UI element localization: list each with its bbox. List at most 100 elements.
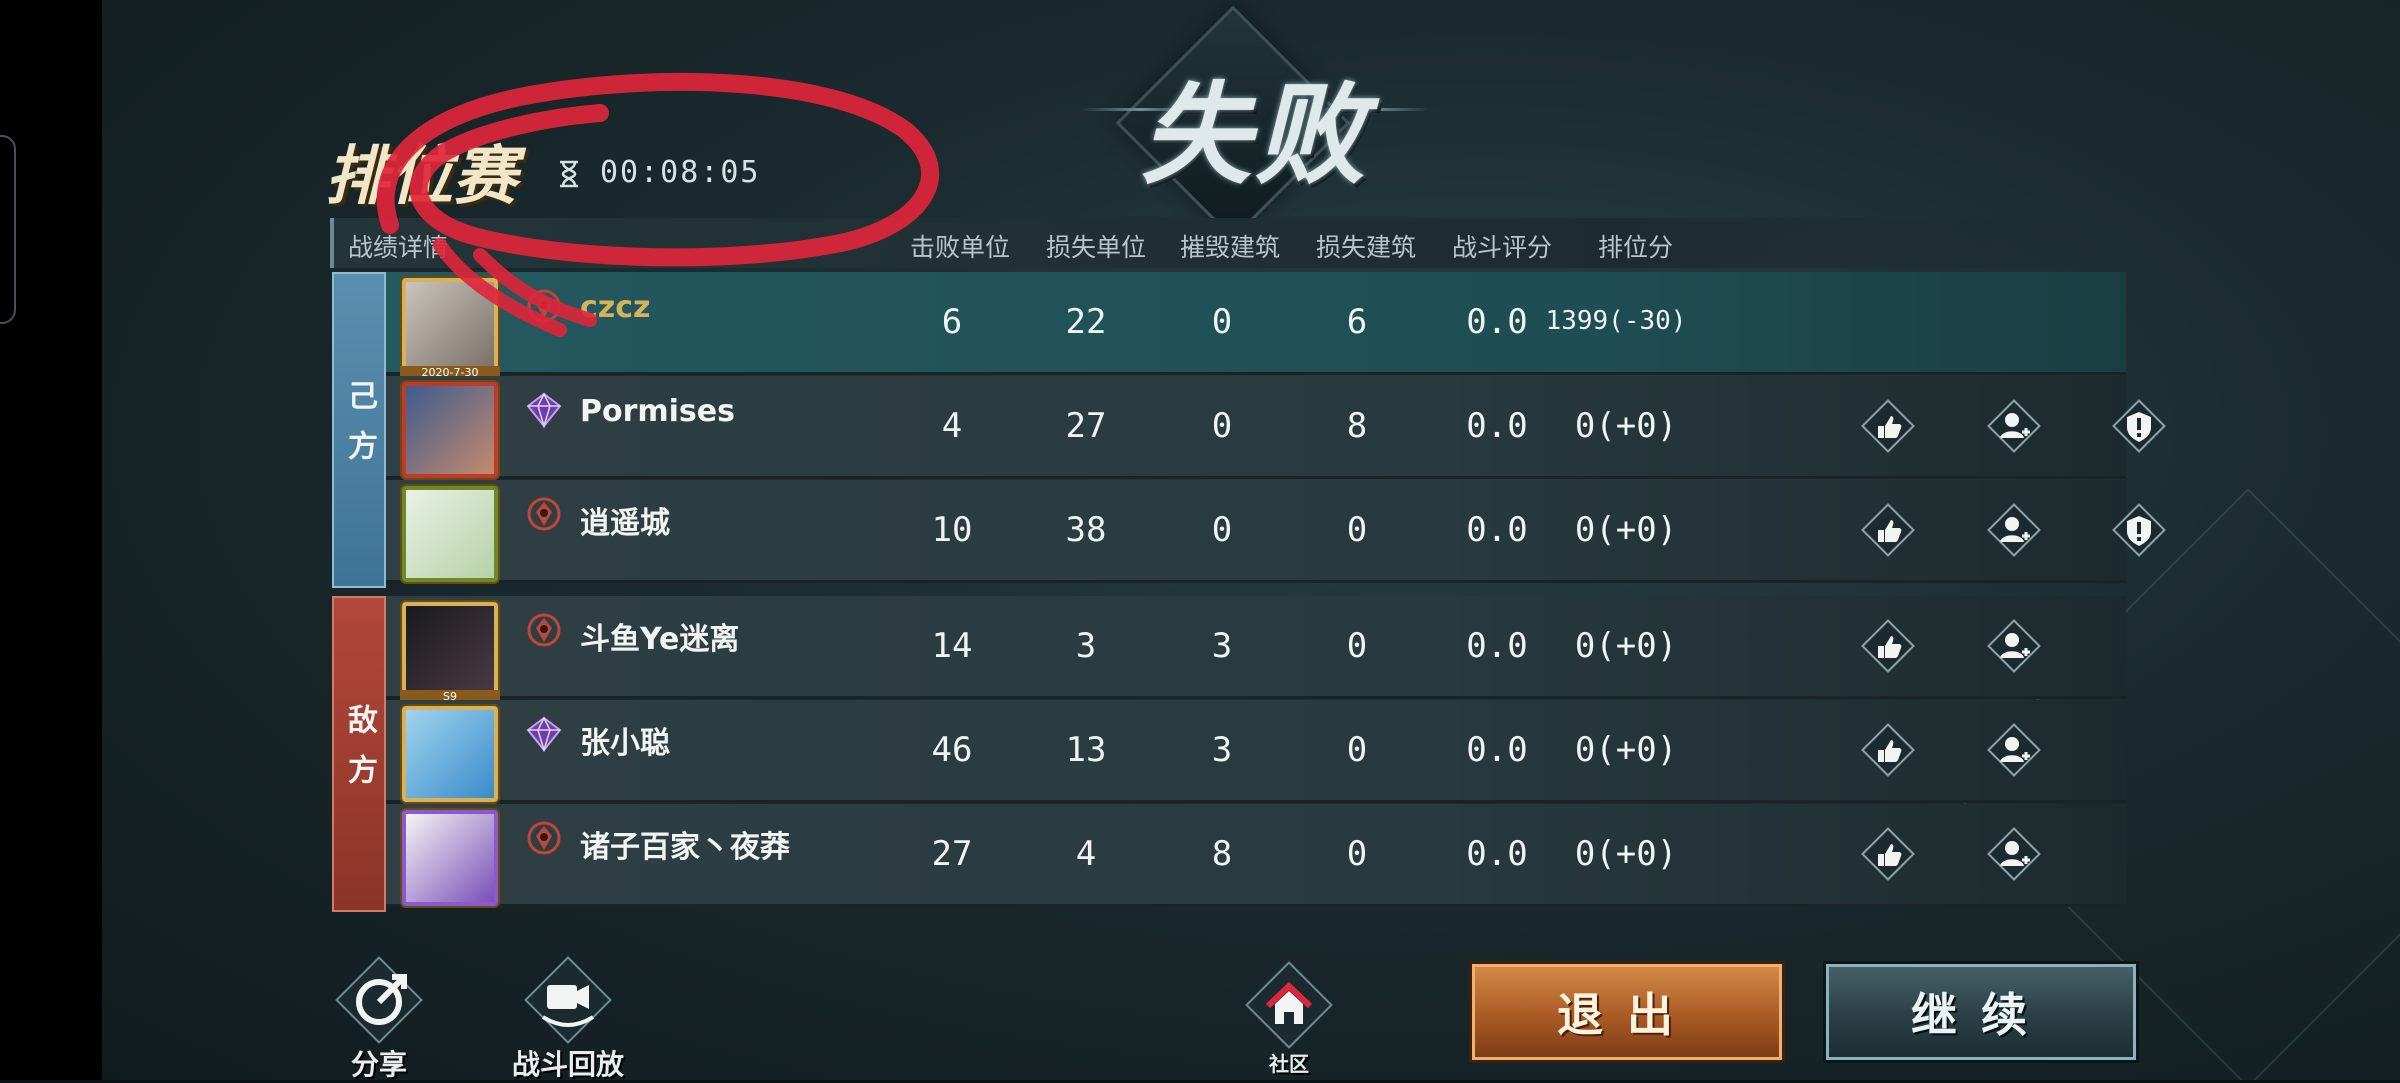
- col-losses: 损失单位: [1046, 233, 1147, 262]
- share-icon: [335, 956, 423, 1044]
- match-timer: 00:08:05: [600, 155, 761, 190]
- add-friend-icon: [1986, 503, 2042, 562]
- losses-value: 22: [1065, 302, 1107, 342]
- player-avatar[interactable]: 2020-7-30: [400, 278, 500, 380]
- home-icon: [1245, 961, 1333, 1049]
- kills-value: 46: [931, 730, 973, 770]
- replay-icon: [524, 956, 612, 1044]
- rank-score-value: 0(+0): [1574, 834, 1678, 874]
- kills-value: 6: [941, 302, 963, 342]
- destroyed-buildings-value: 0: [1211, 510, 1233, 550]
- battle-score-value: 0.0: [1466, 406, 1528, 446]
- community-button[interactable]: 社区: [1234, 960, 1344, 1077]
- player-avatar[interactable]: [402, 382, 498, 478]
- col-rank-score: 排位分: [1598, 233, 1674, 262]
- edge-handle: [0, 135, 16, 324]
- player-name: 张小聪: [580, 726, 670, 761]
- rank-crest-icon: [527, 613, 561, 647]
- player-avatar[interactable]: S9: [400, 602, 500, 704]
- losses-value: 4: [1075, 834, 1097, 874]
- like-icon: [1860, 503, 1916, 562]
- like-button[interactable]: [1860, 502, 1916, 558]
- add-friend-button[interactable]: [1986, 398, 2042, 454]
- player-avatar[interactable]: [402, 486, 498, 582]
- battle-score-value: 0.0: [1466, 302, 1528, 342]
- exit-label: 退出: [1557, 988, 1697, 1042]
- rank-score-value: 0(+0): [1574, 510, 1678, 550]
- add-friend-button[interactable]: [1986, 826, 2042, 882]
- ally-tag: 己方: [332, 272, 386, 588]
- player-row: Pormises 4 27 0 8 0.0 0(+0): [386, 376, 2166, 479]
- player-row: 2020-7-30 czcz 6 22 0 6 0.0 1399(-30): [386, 272, 2126, 380]
- enemy-tag: 敌方: [332, 596, 386, 912]
- col-battle-score: 战斗评分: [1452, 233, 1553, 262]
- losses-value: 13: [1065, 730, 1107, 770]
- rank-crest-icon: [527, 497, 561, 531]
- like-icon: [1860, 399, 1916, 458]
- replay-label: 战斗回放: [511, 1048, 624, 1081]
- col-kills: 击败单位: [910, 233, 1011, 262]
- player-avatar[interactable]: [402, 810, 498, 906]
- lost-buildings-value: 6: [1346, 302, 1368, 342]
- like-button[interactable]: [1860, 398, 1916, 454]
- continue-label: 继续: [1911, 988, 2051, 1042]
- add-friend-button[interactable]: [1986, 618, 2042, 674]
- like-button[interactable]: [1860, 722, 1916, 778]
- report-button[interactable]: [2111, 502, 2167, 558]
- like-button[interactable]: [1860, 826, 1916, 882]
- replay-button[interactable]: 战斗回放: [503, 955, 633, 1083]
- like-icon: [1860, 723, 1916, 782]
- lost-buildings-value: 0: [1346, 730, 1368, 770]
- player-name: czcz: [580, 290, 651, 325]
- player-name: 诸子百家丶夜莽: [580, 830, 790, 865]
- rank-score-value: 0(+0): [1574, 626, 1678, 666]
- stats-header: 战绩详情 击败单位 损失单位 摧毁建筑 损失建筑 战斗评分 排位分: [330, 218, 2174, 268]
- losses-value: 27: [1065, 406, 1107, 446]
- player-avatar[interactable]: [402, 706, 498, 802]
- player-row: S9 斗鱼Ye迷离 14 3 3 0 0.0 0(+0): [386, 596, 2126, 704]
- add-friend-icon: [1986, 619, 2042, 678]
- like-icon: [1860, 827, 1916, 886]
- share-button[interactable]: 分享: [324, 955, 434, 1083]
- report-button[interactable]: [2111, 398, 2167, 454]
- rank-score-value: 0(+0): [1574, 406, 1678, 446]
- lost-buildings-value: 8: [1346, 406, 1368, 446]
- player-name: 斗鱼Ye迷离: [580, 622, 740, 657]
- add-friend-button[interactable]: [1986, 722, 2042, 778]
- like-button[interactable]: [1860, 618, 1916, 674]
- battle-score-value: 0.0: [1466, 510, 1528, 550]
- report-icon: [2111, 503, 2167, 562]
- player-name: Pormises: [580, 394, 735, 429]
- rank-score-value: 1399(-30): [1545, 306, 1687, 336]
- report-icon: [2111, 399, 2167, 458]
- ally-label: 己方: [342, 380, 377, 480]
- hourglass-icon: [560, 160, 578, 188]
- kills-value: 10: [931, 510, 973, 550]
- detail-label: 战绩详情: [348, 233, 449, 262]
- result-title: 失败: [1141, 70, 1369, 199]
- player-row: 张小聪 46 13 3 0 0.0 0(+0): [386, 700, 2126, 803]
- battle-score-value: 0.0: [1466, 834, 1528, 874]
- player-name: 逍遥城: [580, 506, 670, 541]
- col-lost-buildings: 损失建筑: [1316, 233, 1417, 262]
- lost-buildings-value: 0: [1346, 834, 1368, 874]
- col-destroyed-buildings: 摧毁建筑: [1180, 233, 1281, 262]
- destroyed-buildings-value: 3: [1211, 626, 1233, 666]
- destroyed-buildings-value: 3: [1211, 730, 1233, 770]
- player-row: 逍遥城 10 38 0 0 0.0 0(+0): [386, 480, 2166, 583]
- add-friend-button[interactable]: [1986, 502, 2042, 558]
- add-friend-icon: [1986, 827, 2042, 886]
- rank-diamond-icon: [526, 392, 562, 428]
- rank-crest-icon: [527, 821, 561, 855]
- kills-value: 4: [941, 406, 963, 446]
- player-row: 诸子百家丶夜莽 27 4 8 0 0.0 0(+0): [386, 804, 2126, 907]
- mode-title: 排位赛: [325, 139, 517, 214]
- destroyed-buildings-value: 8: [1211, 834, 1233, 874]
- rank-diamond-icon: [526, 716, 562, 752]
- destroyed-buildings-value: 0: [1211, 302, 1233, 342]
- continue-button[interactable]: 继续: [1826, 964, 2136, 1060]
- destroyed-buildings-value: 0: [1211, 406, 1233, 446]
- losses-value: 38: [1065, 510, 1107, 550]
- exit-button[interactable]: 退出: [1472, 964, 1782, 1060]
- battle-score-value: 0.0: [1466, 626, 1528, 666]
